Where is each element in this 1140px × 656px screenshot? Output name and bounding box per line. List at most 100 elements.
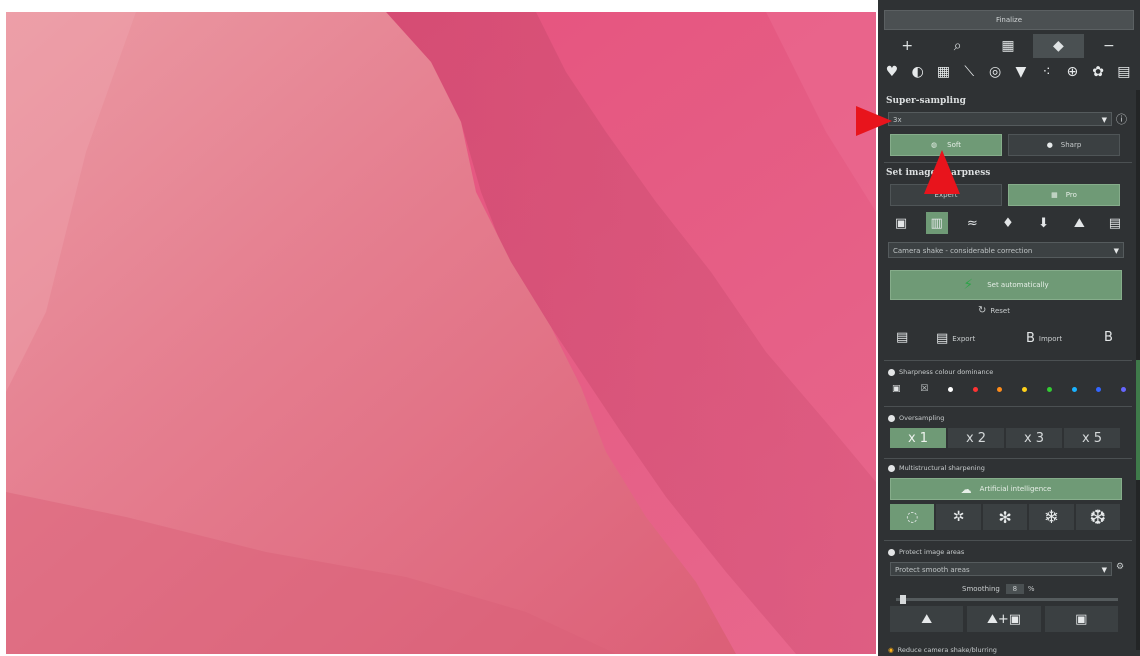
preset-e-icon[interactable]: ⬇ bbox=[1033, 212, 1055, 234]
smoothing-label: Smoothing bbox=[962, 585, 1000, 593]
export-button[interactable]: ▤ Export bbox=[936, 331, 975, 346]
divider bbox=[884, 458, 1132, 459]
protect-settings-icon[interactable]: ⚙ bbox=[1116, 562, 1124, 572]
yellow-dot[interactable] bbox=[1022, 386, 1028, 392]
protect-value: Protect smooth areas bbox=[895, 566, 970, 574]
smoothing-value[interactable]: 8 bbox=[1005, 584, 1024, 594]
structure-level-row: ◌ ✲ ✻ ❄ ❆ bbox=[890, 504, 1122, 530]
level-2-icon[interactable]: ✲ bbox=[936, 504, 981, 530]
zoom-icon[interactable]: ⌕ bbox=[932, 34, 982, 58]
colour-dominance-label[interactable]: Sharpness colour dominance bbox=[888, 368, 993, 376]
protect-select[interactable]: Protect smooth areas ▼ bbox=[890, 562, 1112, 576]
green-dot[interactable] bbox=[1046, 386, 1052, 392]
chevron-down-icon: ▼ bbox=[1101, 116, 1107, 124]
level-1-icon[interactable]: ◌ bbox=[890, 504, 935, 530]
divider bbox=[884, 360, 1132, 361]
reset-button[interactable]: ↻ Reset bbox=[978, 305, 1010, 316]
pro-icon: ▦ bbox=[1051, 191, 1058, 199]
colour-dominance-row: ▣ ☒ bbox=[892, 383, 1126, 395]
grid-icon[interactable]: ▦ bbox=[934, 62, 954, 82]
mask-icon[interactable]: ⛰ bbox=[890, 606, 964, 632]
sparkle-icon[interactable]: ⁖ bbox=[1037, 62, 1057, 82]
toggle-icon bbox=[888, 368, 895, 376]
white-dot[interactable] bbox=[948, 386, 953, 392]
compare-icon[interactable]: ▦ bbox=[983, 34, 1033, 58]
oversampling-text: Oversampling bbox=[899, 414, 945, 422]
info-icon[interactable]: ⓘ bbox=[1116, 111, 1127, 127]
preset-c-icon[interactable]: ≈ bbox=[961, 212, 983, 234]
annotation-arrow-right-icon bbox=[856, 106, 892, 136]
preset-b-icon[interactable]: ▥ bbox=[925, 212, 948, 234]
image-canvas[interactable] bbox=[6, 12, 876, 654]
wand-icon[interactable]: ⟍ bbox=[959, 62, 979, 82]
finalize-header[interactable]: Finalize bbox=[884, 10, 1134, 30]
document-icon[interactable]: ▤ bbox=[1114, 62, 1134, 82]
supersampling-select[interactable]: 3x ▼ bbox=[888, 112, 1112, 126]
reduce-shake-text: Reduce camera shake/blurring bbox=[897, 646, 997, 654]
orange-dot[interactable] bbox=[997, 386, 1003, 392]
colour-dominance-text: Sharpness colour dominance bbox=[899, 368, 994, 376]
minus-icon[interactable]: − bbox=[1084, 34, 1134, 58]
square-icon[interactable]: ▣ bbox=[892, 384, 901, 394]
oversampling-x1[interactable]: x 1 bbox=[890, 428, 946, 448]
oversampling-x2[interactable]: x 2 bbox=[948, 428, 1004, 448]
blue-dot[interactable] bbox=[1096, 386, 1102, 392]
mask-camera-icon[interactable]: ⛰+▣ bbox=[967, 606, 1041, 632]
camera-icon[interactable]: ▣ bbox=[1044, 606, 1118, 632]
toggle-icon bbox=[888, 548, 895, 556]
auto-label: Set automatically bbox=[987, 281, 1049, 289]
panel-scrollbar[interactable] bbox=[1136, 90, 1140, 650]
pro-button[interactable]: ▦ Pro bbox=[1008, 184, 1120, 206]
scrollbar-thumb[interactable] bbox=[1136, 360, 1140, 480]
contrast-icon[interactable]: ◐ bbox=[908, 62, 928, 82]
preset-icon-strip: ▣ ▥ ≈ ♦ ⬇ ⛰ ▤ bbox=[890, 212, 1126, 234]
multistructural-text: Multistructural sharpening bbox=[899, 464, 985, 472]
reduce-shake-label[interactable]: ◉ Reduce camera shake/blurring bbox=[888, 646, 997, 654]
cyan-dot[interactable] bbox=[1071, 386, 1077, 392]
add-icon[interactable]: + bbox=[882, 34, 932, 58]
navigator-icon[interactable]: ◆ bbox=[1033, 34, 1084, 58]
preset-a-icon[interactable]: ▣ bbox=[890, 212, 912, 234]
annotation-arrow-up-icon bbox=[924, 150, 960, 194]
protect-label[interactable]: Protect image areas bbox=[888, 548, 964, 556]
slider-handle[interactable] bbox=[900, 595, 906, 604]
sharp-button[interactable]: ● Sharp bbox=[1008, 134, 1120, 156]
smoothing-slider[interactable] bbox=[896, 595, 1118, 604]
heart-icon[interactable]: ♥ bbox=[882, 62, 902, 82]
toggle-icon bbox=[888, 414, 895, 422]
level-3-icon[interactable]: ✻ bbox=[982, 504, 1028, 530]
reset-label: Reset bbox=[990, 306, 1010, 315]
ai-button[interactable]: ☁ Artificial intelligence bbox=[890, 478, 1122, 500]
oversampling-label[interactable]: Oversampling bbox=[888, 414, 944, 422]
oversampling-x3[interactable]: x 3 bbox=[1006, 428, 1062, 448]
load-preset-icon[interactable]: B bbox=[1104, 330, 1113, 345]
shake-icon: ◉ bbox=[888, 646, 894, 654]
right-panel: Finalize + ⌕ ▦ ◆ − ♥ ◐ ▦ ⟍ ◎ ▼ ⁖ ⊕ ✿ ▤ S… bbox=[878, 0, 1140, 656]
brain-icon: ☁ bbox=[960, 482, 972, 496]
save-preset-icon[interactable]: ▤ bbox=[896, 330, 908, 345]
level-5-icon[interactable]: ❆ bbox=[1075, 504, 1121, 530]
oversampling-x5[interactable]: x 5 bbox=[1064, 428, 1120, 448]
violet-dot[interactable] bbox=[1120, 386, 1126, 392]
smoothing-unit: % bbox=[1027, 585, 1035, 593]
export-icon: ▤ bbox=[936, 331, 949, 346]
import-button[interactable]: B Import bbox=[1026, 331, 1062, 346]
gear-icon[interactable]: ✿ bbox=[1088, 62, 1108, 82]
preset-d-icon[interactable]: ♦ bbox=[997, 212, 1019, 234]
pro-label: Pro bbox=[1065, 191, 1077, 199]
red-dot[interactable] bbox=[972, 386, 978, 392]
divider bbox=[884, 162, 1132, 163]
level-4-icon[interactable]: ❄ bbox=[1029, 504, 1074, 530]
set-automatically-button[interactable]: ⚡ Set automatically bbox=[890, 270, 1122, 300]
sharp-label: Sharp bbox=[1060, 141, 1082, 149]
preset-f-icon[interactable]: ⛰ bbox=[1068, 212, 1090, 234]
toggle-icon bbox=[888, 464, 895, 472]
filter-icon[interactable]: ▼ bbox=[1011, 62, 1031, 82]
multistructural-label[interactable]: Multistructural sharpening bbox=[888, 464, 985, 472]
color-wheel-icon[interactable]: ◎ bbox=[985, 62, 1005, 82]
lens-icon[interactable]: ⊕ bbox=[1062, 62, 1082, 82]
divider bbox=[884, 540, 1132, 541]
preset-g-icon[interactable]: ▤ bbox=[1104, 212, 1126, 234]
preset-select[interactable]: Camera shake - considerable correction ▼ bbox=[888, 242, 1124, 258]
cross-icon[interactable]: ☒ bbox=[920, 384, 928, 394]
